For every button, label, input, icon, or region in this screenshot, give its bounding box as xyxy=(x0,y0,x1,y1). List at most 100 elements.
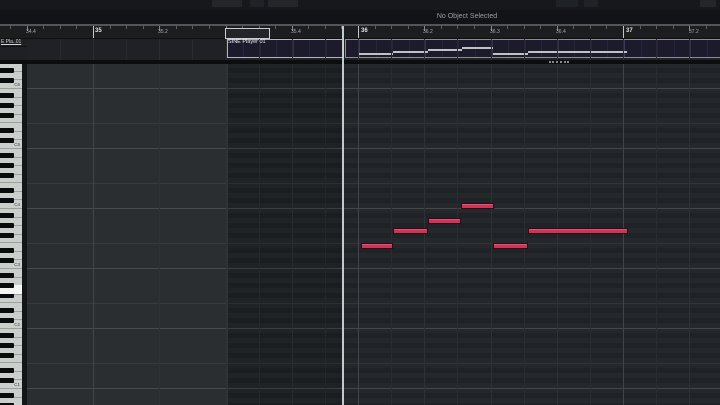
ruler-tick xyxy=(76,26,78,29)
octave-line xyxy=(27,208,720,209)
toolbar-button[interactable] xyxy=(212,0,242,7)
grid-beat-line xyxy=(656,64,658,405)
ruler-tick xyxy=(573,26,575,29)
black-key[interactable] xyxy=(0,93,14,98)
black-key[interactable] xyxy=(0,333,14,338)
outside-part-zone xyxy=(27,64,227,405)
ruler-label: 36.4 xyxy=(556,29,566,35)
ruler-label: 35.2 xyxy=(158,29,168,35)
toolbar-button[interactable] xyxy=(556,0,578,7)
toolbar-button[interactable] xyxy=(700,0,716,7)
ruler-tick xyxy=(523,26,525,29)
part-gridline xyxy=(590,40,592,57)
mini-note xyxy=(358,53,393,55)
status-text: No Object Selected xyxy=(436,13,498,20)
ruler-tick xyxy=(391,26,393,29)
ruler-label: 37 xyxy=(626,28,633,34)
part-gridline xyxy=(541,40,543,57)
grid-beat-line xyxy=(623,64,624,405)
ruler-tick xyxy=(639,26,641,29)
octave-line xyxy=(27,388,720,389)
toolbar-button[interactable] xyxy=(250,0,264,7)
black-key[interactable] xyxy=(0,368,14,373)
lane-track-header: E Pla..01 xyxy=(0,39,27,60)
grid-beat-line xyxy=(490,64,492,405)
part-gridline xyxy=(474,40,476,57)
black-key[interactable] xyxy=(0,293,14,298)
black-key[interactable] xyxy=(0,163,14,168)
white-key-divider xyxy=(0,302,22,304)
part-gridline xyxy=(673,40,675,57)
black-key[interactable] xyxy=(0,308,14,313)
lane-gridline xyxy=(391,39,393,60)
black-key[interactable] xyxy=(0,248,14,253)
ruler-tick xyxy=(275,26,277,29)
midi-note[interactable] xyxy=(461,203,494,209)
midi-note[interactable] xyxy=(361,243,393,249)
part-gridline xyxy=(276,40,278,57)
part-gridline xyxy=(706,40,708,57)
note-grid[interactable] xyxy=(27,64,720,405)
octave-key-label: C2 xyxy=(14,322,20,327)
octave-line xyxy=(27,88,720,89)
ruler-tick xyxy=(606,26,608,29)
ruler-tick xyxy=(192,26,194,29)
playhead[interactable] xyxy=(342,26,344,405)
black-key[interactable] xyxy=(0,223,14,228)
piano-keyboard[interactable]: C6 C5 C4 C3 C2 C1 xyxy=(0,64,22,405)
midi-part-2[interactable] xyxy=(345,39,720,58)
black-key[interactable] xyxy=(0,188,14,193)
black-key[interactable] xyxy=(0,128,14,133)
key-editor-window: No Object Selected 34.4 35 35.2 35.4 36 36.2 3… xyxy=(0,0,720,405)
part-gridline xyxy=(359,40,360,57)
lane-gridline xyxy=(490,39,492,60)
white-key-divider xyxy=(0,88,22,89)
part-gridline xyxy=(690,40,692,57)
octave-line xyxy=(27,328,720,329)
black-key[interactable] xyxy=(0,213,14,218)
white-key-divider xyxy=(0,148,22,149)
black-key[interactable] xyxy=(0,113,14,118)
black-key[interactable] xyxy=(0,233,14,238)
lane-gridline xyxy=(689,39,691,60)
black-key[interactable] xyxy=(0,273,14,278)
black-key[interactable] xyxy=(0,173,14,178)
fold-handle-dots[interactable] xyxy=(549,61,569,63)
part-gridline xyxy=(508,40,510,57)
midi-note[interactable] xyxy=(393,228,428,234)
ruler[interactable]: 34.4 35 35.2 35.4 36 36.2 36.3 36.4 37 37.2 xyxy=(0,26,720,39)
part-gridline xyxy=(574,40,576,57)
black-key[interactable] xyxy=(0,343,14,348)
grid-beat-line xyxy=(424,64,426,405)
lane-gridline xyxy=(59,39,61,60)
lane-gridline xyxy=(225,39,227,60)
midi-note[interactable] xyxy=(493,243,528,249)
black-key[interactable] xyxy=(0,353,14,358)
part-gridline xyxy=(425,40,427,57)
editor-area: C6 C5 C4 C3 C2 C1 xyxy=(0,64,720,405)
grid-beat-line xyxy=(93,64,94,405)
ruler-tick xyxy=(126,26,128,29)
black-key[interactable] xyxy=(0,68,14,73)
black-key[interactable] xyxy=(0,393,14,398)
ruler-tick xyxy=(473,26,475,29)
ruler-label: 36.2 xyxy=(423,29,433,35)
midi-note[interactable] xyxy=(528,228,628,234)
ruler-label: 36 xyxy=(361,28,368,34)
track-name-link[interactable]: E Pla..01 xyxy=(1,39,21,45)
toolbar-button[interactable] xyxy=(268,0,298,7)
ruler-tick xyxy=(656,26,658,29)
lane-gridline xyxy=(457,39,459,60)
part-name-tag[interactable]: SINE Player 01 xyxy=(225,28,270,45)
toolbar-button[interactable] xyxy=(584,0,598,7)
ruler-tick xyxy=(623,26,624,38)
white-key-divider xyxy=(0,362,22,364)
midi-note[interactable] xyxy=(428,218,461,224)
lane-gridline xyxy=(424,39,426,60)
black-key[interactable] xyxy=(0,153,14,158)
part-gridline xyxy=(557,40,559,57)
top-toolbar xyxy=(0,0,720,10)
black-key[interactable] xyxy=(0,103,14,108)
track-lane[interactable]: E Pla..01 xyxy=(0,39,720,60)
highlighted-key[interactable] xyxy=(13,285,22,294)
